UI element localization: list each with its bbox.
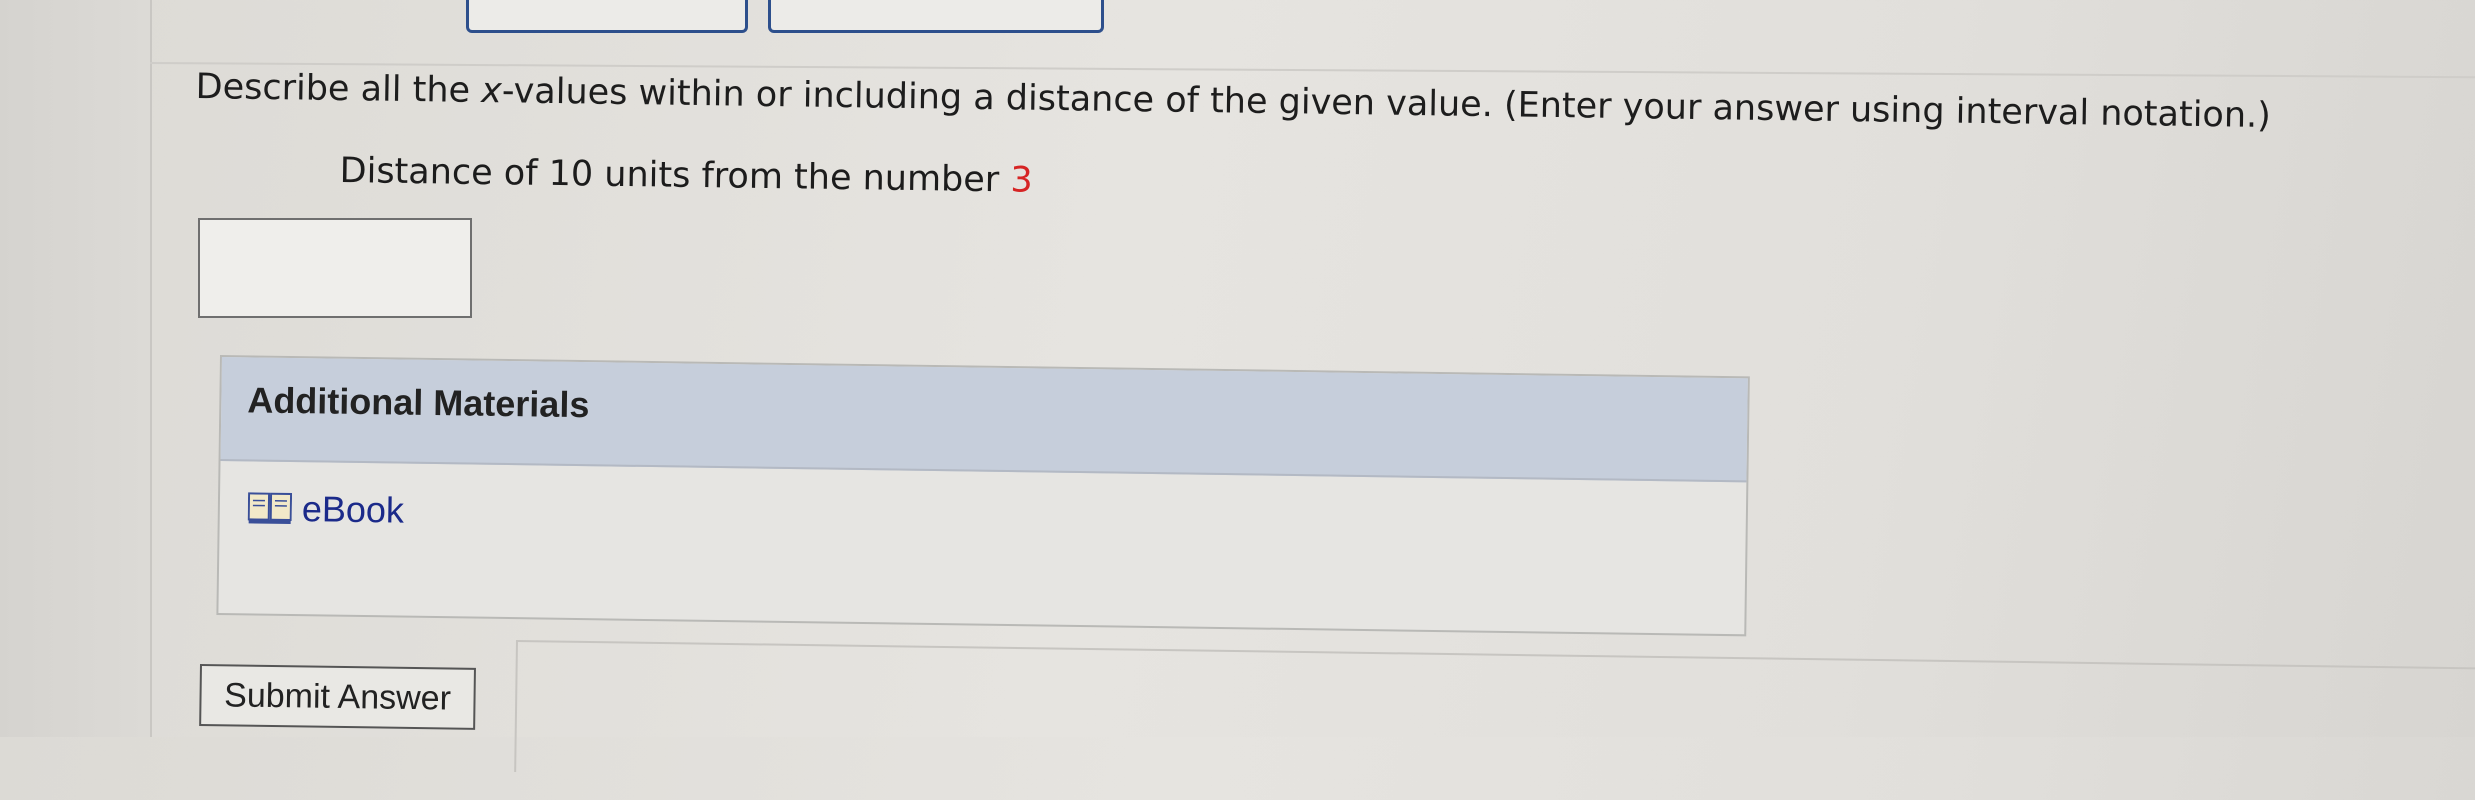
top-tab-left[interactable] xyxy=(466,0,748,33)
question-variable: x xyxy=(481,71,502,111)
answer-input[interactable] xyxy=(198,218,472,318)
submit-answer-button[interactable]: Submit Answer xyxy=(199,664,476,730)
additional-materials-panel: Additional Materials eBook xyxy=(216,355,1749,636)
top-tab-right[interactable] xyxy=(768,0,1104,33)
left-margin xyxy=(0,0,152,737)
question-text-before: Describe all the xyxy=(195,67,481,111)
question-text-after: -values within or including a distance o… xyxy=(502,71,2271,136)
bottom-frame xyxy=(514,640,2475,800)
prompt-text: Distance of 10 units from the number xyxy=(339,151,1010,200)
prompt-number: 3 xyxy=(1010,160,1033,200)
problem-prompt: Distance of 10 units from the number 3 xyxy=(339,148,1033,204)
book-icon xyxy=(248,491,292,526)
ebook-label: eBook xyxy=(302,488,405,531)
